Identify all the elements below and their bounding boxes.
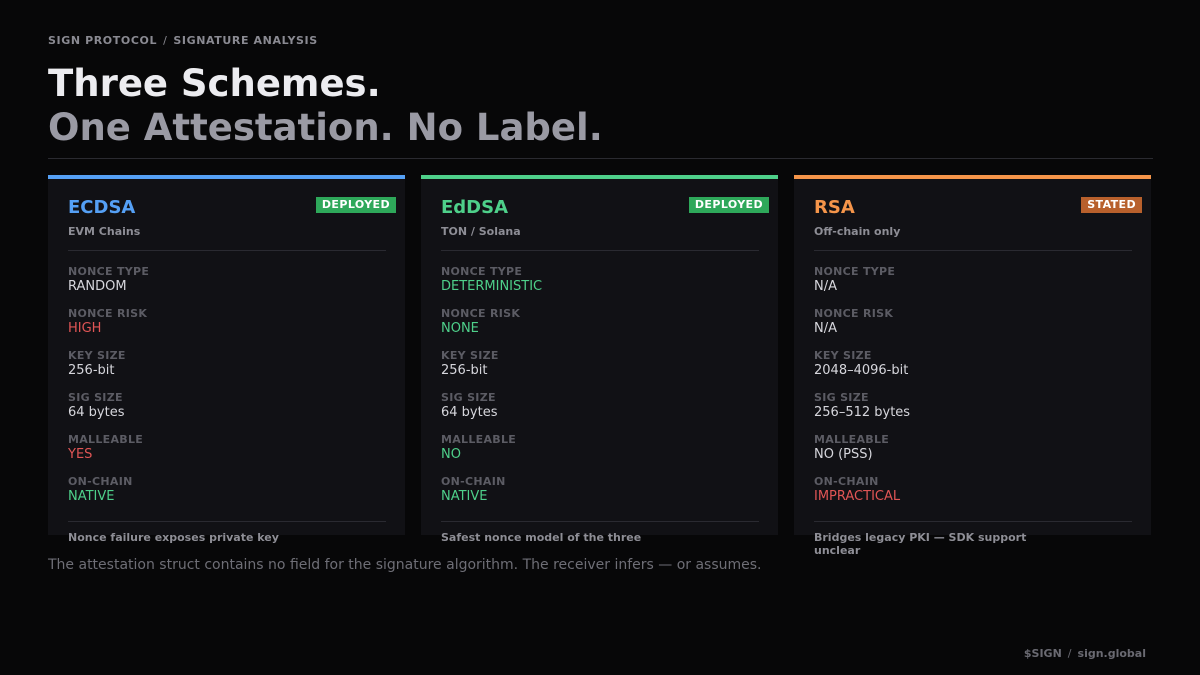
field-on-chain: ON-CHAIN IMPRACTICAL	[814, 475, 910, 517]
field-key-size: KEY SIZE 256-bit	[441, 349, 542, 391]
field-value: DETERMINISTIC	[441, 279, 543, 294]
field-nonce-risk: NONCE RISK N/A	[814, 307, 910, 349]
field-value: NO	[441, 447, 461, 462]
card-subtitle: Off-chain only	[814, 225, 901, 238]
card-note-divider	[68, 521, 386, 522]
field-label: NONCE RISK	[441, 307, 521, 320]
field-value: YES	[68, 447, 93, 462]
scheme-card-ecdsa: ECDSA DEPLOYED EVM Chains NONCE TYPE RAND…	[48, 175, 405, 544]
field-nonce-type: NONCE TYPE RANDOM	[68, 265, 149, 307]
field-label: MALLEABLE	[68, 433, 144, 446]
field-label: ON-CHAIN	[68, 475, 133, 488]
card-divider	[68, 250, 386, 251]
field-value: 64 bytes	[441, 405, 498, 420]
field-malleable: MALLEABLE YES	[68, 433, 149, 475]
field-key-size: KEY SIZE 2048–4096-bit	[814, 349, 910, 391]
field-label: MALLEABLE	[441, 433, 517, 446]
field-value: N/A	[814, 321, 837, 336]
status-badge: STATED	[1081, 197, 1142, 213]
page-title-line1: Three Schemes.	[48, 62, 381, 105]
card-title: RSA	[814, 197, 855, 218]
card-fields: NONCE TYPE RANDOM NONCE RISK HIGH KEY SIZE…	[68, 265, 149, 517]
field-label: KEY SIZE	[814, 349, 872, 362]
field-value: NATIVE	[441, 489, 488, 504]
field-key-size: KEY SIZE 256-bit	[68, 349, 149, 391]
field-malleable: MALLEABLE NO	[441, 433, 542, 475]
footer-token: $SIGN	[1023, 647, 1062, 660]
field-value: 2048–4096-bit	[814, 363, 909, 378]
card-note-divider	[814, 521, 1132, 522]
field-value: 256-bit	[68, 363, 115, 378]
footer-separator: /	[1067, 647, 1072, 660]
footer-site: sign.global	[1077, 647, 1146, 660]
card-fields: NONCE TYPE N/A NONCE RISK N/A KEY SIZE 2048…	[814, 265, 910, 517]
footnote: The attestation struct contains no field…	[48, 557, 762, 573]
field-label: SIG SIZE	[441, 391, 496, 404]
field-value: N/A	[814, 279, 837, 294]
status-badge: DEPLOYED	[315, 197, 396, 213]
card-subtitle: TON / Solana	[441, 225, 521, 238]
field-value: 64 bytes	[68, 405, 125, 420]
card-divider	[441, 250, 759, 251]
status-badge: DEPLOYED	[688, 197, 769, 213]
field-label: NONCE TYPE	[814, 265, 896, 278]
page-title-line2: One Attestation. No Label.	[48, 106, 603, 149]
scheme-card-eddsa: EdDSA DEPLOYED TON / Solana NONCE TYPE DE…	[421, 175, 778, 544]
field-label: NONCE RISK	[68, 307, 148, 320]
field-label: MALLEABLE	[814, 433, 890, 446]
card-accent-bar	[48, 175, 405, 179]
field-value: HIGH	[68, 321, 102, 336]
breadcrumb: SIGN PROTOCOL / SIGNATURE ANALYSIS	[48, 34, 318, 47]
field-label: NONCE TYPE	[441, 265, 523, 278]
card-note: Bridges legacy PKI — SDK support unclear	[814, 531, 1027, 557]
footer-brand: $SIGN / sign.global	[1024, 647, 1146, 660]
card-divider	[814, 250, 1132, 251]
field-nonce-type: NONCE TYPE N/A	[814, 265, 910, 307]
field-nonce-risk: NONCE RISK NONE	[441, 307, 542, 349]
field-label: SIG SIZE	[814, 391, 869, 404]
field-label: KEY SIZE	[441, 349, 499, 362]
breadcrumb-current: SIGNATURE ANALYSIS	[173, 34, 318, 47]
card-fields: NONCE TYPE DETERMINISTIC NONCE RISK NONE K…	[441, 265, 542, 517]
card-accent-bar	[421, 175, 778, 179]
field-value: 256-bit	[441, 363, 488, 378]
field-on-chain: ON-CHAIN NATIVE	[68, 475, 149, 517]
field-nonce-risk: NONCE RISK HIGH	[68, 307, 149, 349]
field-nonce-type: NONCE TYPE DETERMINISTIC	[441, 265, 542, 307]
card-note: Safest nonce model of the three	[441, 531, 642, 544]
field-label: NONCE RISK	[814, 307, 894, 320]
card-note: Nonce failure exposes private key	[68, 531, 279, 544]
field-value: 256–512 bytes	[814, 405, 911, 420]
field-on-chain: ON-CHAIN NATIVE	[441, 475, 542, 517]
field-value: IMPRACTICAL	[814, 489, 901, 504]
field-sig-size: SIG SIZE 64 bytes	[68, 391, 149, 433]
card-note-divider	[441, 521, 759, 522]
field-value: NONE	[441, 321, 479, 336]
scheme-card-rsa: RSA STATED Off-chain only NONCE TYPE N/A …	[794, 175, 1151, 557]
field-sig-size: SIG SIZE 256–512 bytes	[814, 391, 910, 433]
header-divider	[48, 158, 1153, 159]
field-sig-size: SIG SIZE 64 bytes	[441, 391, 542, 433]
field-value: NO (PSS)	[814, 447, 873, 462]
field-label: ON-CHAIN	[814, 475, 879, 488]
field-label: KEY SIZE	[68, 349, 126, 362]
card-subtitle: EVM Chains	[68, 225, 141, 238]
field-value: NATIVE	[68, 489, 115, 504]
field-label: ON-CHAIN	[441, 475, 506, 488]
card-accent-bar	[794, 175, 1151, 179]
page-title: Three Schemes. One Attestation. No Label…	[48, 62, 603, 150]
field-label: SIG SIZE	[68, 391, 123, 404]
field-value: RANDOM	[68, 279, 127, 294]
breadcrumb-root: SIGN PROTOCOL	[48, 34, 158, 47]
field-label: NONCE TYPE	[68, 265, 150, 278]
card-title: ECDSA	[68, 197, 136, 218]
field-malleable: MALLEABLE NO (PSS)	[814, 433, 910, 475]
card-title: EdDSA	[441, 197, 509, 218]
breadcrumb-separator: /	[163, 34, 168, 47]
